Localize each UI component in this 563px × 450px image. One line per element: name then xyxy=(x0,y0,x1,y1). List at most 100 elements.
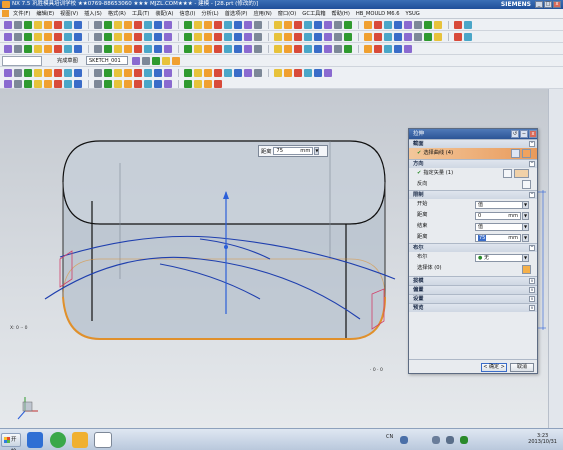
toolbar-tool-icon[interactable] xyxy=(204,80,212,88)
taskbar-app-bird-icon[interactable] xyxy=(27,432,43,448)
maximize-button[interactable]: □ xyxy=(544,1,552,8)
menu-hb-mould[interactable]: HB_MOULD M6.6 xyxy=(356,11,400,17)
toolbar-tool-icon[interactable] xyxy=(214,33,222,41)
toolbar-tool-icon[interactable] xyxy=(314,45,322,53)
toolbar-tool-icon[interactable] xyxy=(162,57,170,65)
toolbar-tool-icon[interactable] xyxy=(74,21,82,29)
toolbar-tool-icon[interactable] xyxy=(44,45,52,53)
toolbar-tool-icon[interactable] xyxy=(144,45,152,53)
toolbar-tool-icon[interactable] xyxy=(244,69,252,77)
toolbar-tool-icon[interactable] xyxy=(154,45,162,53)
toolbar-tool-icon[interactable] xyxy=(194,33,202,41)
toolbar-tool-icon[interactable] xyxy=(34,80,42,88)
toolbar-tool-icon[interactable] xyxy=(194,21,202,29)
toolbar-tool-icon[interactable] xyxy=(4,69,12,77)
toolbar-tool-icon[interactable] xyxy=(374,21,382,29)
section-header-limits[interactable]: 限制 ^ xyxy=(409,190,537,199)
toolbar-tool-icon[interactable] xyxy=(344,21,352,29)
end-distance-input[interactable]: 75 mm xyxy=(475,234,521,242)
section-header-offset[interactable]: 偏置 v xyxy=(409,285,537,294)
toolbar-tool-icon[interactable] xyxy=(54,33,62,41)
toolbar-tool-icon[interactable] xyxy=(324,45,332,53)
reverse-row[interactable]: 反向 xyxy=(409,179,537,190)
dialog-reset-icon[interactable]: ↺ xyxy=(511,130,519,138)
toolbar-tool-icon[interactable] xyxy=(284,69,292,77)
end-distance-arrow[interactable]: ▼ xyxy=(522,234,529,242)
toolbar-tool-icon[interactable] xyxy=(464,21,472,29)
toolbar-tool-icon[interactable] xyxy=(144,21,152,29)
toolbar-tool-icon[interactable] xyxy=(424,21,432,29)
toolbar-tool-icon[interactable] xyxy=(164,45,172,53)
toolbar-tool-icon[interactable] xyxy=(124,21,132,29)
toolbar-tool-icon[interactable] xyxy=(314,33,322,41)
toolbar-tool-icon[interactable] xyxy=(374,45,382,53)
toolbar-tool-icon[interactable] xyxy=(194,80,202,88)
select-curve-row[interactable]: ✔ 选择曲线 (4) xyxy=(409,148,537,159)
menu-assembly[interactable]: 装配(A) xyxy=(155,10,173,17)
toolbar-tool-icon[interactable] xyxy=(114,21,122,29)
toolbar-tool-icon[interactable] xyxy=(234,69,242,77)
toolbar-tool-icon[interactable] xyxy=(134,69,142,77)
toolbar-tool-icon[interactable] xyxy=(24,45,32,53)
toolbar-tool-icon[interactable] xyxy=(464,33,472,41)
toolbar-tool-icon[interactable] xyxy=(414,21,422,29)
toolbar-tool-icon[interactable] xyxy=(384,21,392,29)
toolbar-tool-icon[interactable] xyxy=(394,33,402,41)
nx-menu-icon[interactable] xyxy=(2,10,9,17)
dialog-close-icon[interactable]: x xyxy=(529,130,537,138)
toolbar-tool-icon[interactable] xyxy=(24,33,32,41)
toolbar-tool-icon[interactable] xyxy=(274,45,282,53)
toolbar-tool-icon[interactable] xyxy=(14,21,22,29)
toolbar-tool-icon[interactable] xyxy=(74,69,82,77)
toolbar-tool-icon[interactable] xyxy=(454,21,462,29)
toolbar-tool-icon[interactable] xyxy=(104,80,112,88)
toolbar-tool-icon[interactable] xyxy=(34,45,42,53)
toolbar-tool-icon[interactable] xyxy=(114,33,122,41)
toolbar-tool-icon[interactable] xyxy=(94,80,102,88)
toolbar-tool-icon[interactable] xyxy=(234,33,242,41)
section-header-boolean[interactable]: 布尔 ^ xyxy=(409,243,537,252)
toolbar-tool-icon[interactable] xyxy=(214,80,222,88)
toolbar-tool-icon[interactable] xyxy=(14,69,22,77)
toolbar-tool-icon[interactable] xyxy=(94,33,102,41)
distance-handle-arrow[interactable]: ▼ xyxy=(314,147,320,155)
toolbar-tool-icon[interactable] xyxy=(374,33,382,41)
toolbar-tool-icon[interactable] xyxy=(114,45,122,53)
sketch-section-icon[interactable] xyxy=(511,149,520,158)
sketch-name-field[interactable]: SKETCH_001 xyxy=(86,56,128,65)
toolbar-tool-icon[interactable] xyxy=(124,45,132,53)
close-button[interactable]: x xyxy=(553,1,561,8)
toolbar-tool-icon[interactable] xyxy=(254,33,262,41)
toolbar-tool-icon[interactable] xyxy=(34,69,42,77)
toolbar-tool-icon[interactable] xyxy=(294,21,302,29)
tray-security-icon[interactable] xyxy=(460,436,468,444)
toolbar-tool-icon[interactable] xyxy=(4,80,12,88)
dialog-titlebar[interactable]: 拉伸 ↺ − x xyxy=(409,129,537,139)
toolbar-tool-icon[interactable] xyxy=(4,45,12,53)
section-header-preview[interactable]: 预览 v xyxy=(409,303,537,312)
section-header-draft[interactable]: 拔模 v xyxy=(409,276,537,285)
toolbar-tool-icon[interactable] xyxy=(344,33,352,41)
toolbar-tool-icon[interactable] xyxy=(194,69,202,77)
tray-network-icon[interactable] xyxy=(432,436,440,444)
toolbar-tool-icon[interactable] xyxy=(14,80,22,88)
toolbar-tool-icon[interactable] xyxy=(104,33,112,41)
toolbar-tool-icon[interactable] xyxy=(124,33,132,41)
toolbar-tool-icon[interactable] xyxy=(134,45,142,53)
toolbar-tool-icon[interactable] xyxy=(154,69,162,77)
toolbar-tool-icon[interactable] xyxy=(74,45,82,53)
toolbar-tool-icon[interactable] xyxy=(304,33,312,41)
vector-type-dropdown[interactable] xyxy=(514,169,529,178)
section-header-section[interactable]: 截面 ^ xyxy=(409,139,537,148)
toolbar-tool-icon[interactable] xyxy=(54,80,62,88)
toolbar-tool-icon[interactable] xyxy=(184,69,192,77)
toolbar-tool-icon[interactable] xyxy=(114,80,122,88)
toolbar-tool-icon[interactable] xyxy=(14,45,22,53)
menu-file[interactable]: 文件(F) xyxy=(13,10,30,17)
start-type-select[interactable]: 值 ▼ xyxy=(475,201,529,209)
taskbar-nx-icon[interactable] xyxy=(94,432,112,448)
toolbar-tool-icon[interactable] xyxy=(104,45,112,53)
tray-volume-icon[interactable] xyxy=(446,436,454,444)
menu-format[interactable]: 格式(R) xyxy=(108,10,126,17)
toolbar-tool-icon[interactable] xyxy=(14,33,22,41)
